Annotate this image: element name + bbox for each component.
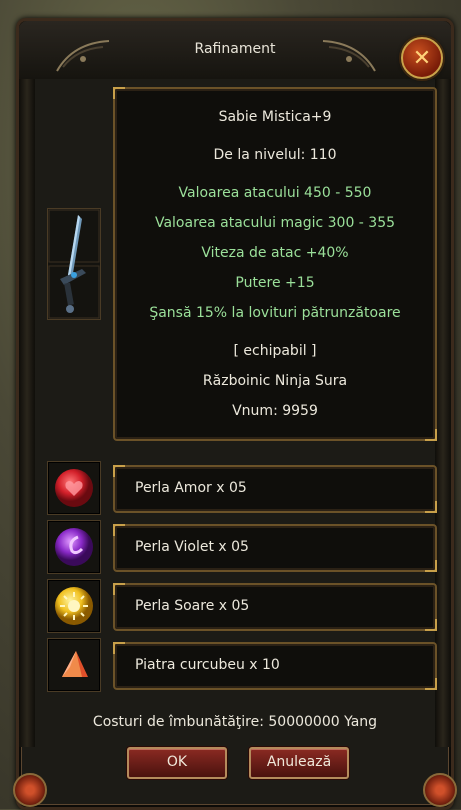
material-label: Perla Violet x 05 <box>135 539 249 555</box>
stat-attack-speed: Viteza de atac +40% <box>201 245 349 261</box>
item-classes: Războinic Ninja Sura <box>202 373 348 389</box>
material-slot-2[interactable] <box>47 520 101 574</box>
title-ornament-right-icon <box>322 40 376 72</box>
red-pearl-icon <box>55 469 93 507</box>
item-equippable: [ echipabil ] <box>233 343 317 359</box>
stat-piercing: Şansă 15% la lovituri pătrunzătoare <box>149 305 401 321</box>
violet-pearl-icon <box>55 528 93 566</box>
right-border <box>435 79 451 747</box>
stat-attack: Valoarea atacului 450 - 550 <box>178 185 372 201</box>
item-level: De la nivelul: 110 <box>213 147 337 163</box>
material-row-3: Perla Soare x 05 <box>113 583 437 631</box>
sun-pearl-icon <box>55 587 93 625</box>
item-name: Sabie Mistica+9 <box>218 109 332 125</box>
stat-strength: Putere +15 <box>235 275 315 291</box>
material-label: Perla Amor x 05 <box>135 480 247 496</box>
refine-window: Rafinament ✕ Sabie Mistica+9 De la nivel… <box>13 18 457 810</box>
rainbow-stone-icon <box>62 651 88 677</box>
upgrade-cost: Costuri de îmbunătăţire: 50000000 Yang <box>92 714 378 730</box>
material-row-1: Perla Amor x 05 <box>113 465 437 513</box>
material-slot-4[interactable] <box>47 638 101 692</box>
material-slot-1[interactable] <box>47 461 101 515</box>
left-border <box>19 79 35 747</box>
close-button[interactable]: ✕ <box>401 37 443 79</box>
stat-magic-attack: Valoarea atacului magic 300 - 355 <box>154 215 396 231</box>
title-bar[interactable]: Rafinament ✕ <box>19 21 451 79</box>
material-label: Perla Soare x 05 <box>135 598 250 614</box>
material-label: Piatra curcubeu x 10 <box>135 657 280 673</box>
window-title: Rafinament <box>194 41 276 57</box>
material-row-2: Perla Violet x 05 <box>113 524 437 572</box>
cancel-button[interactable]: Anulează <box>249 747 349 779</box>
material-row-4: Piatra curcubeu x 10 <box>113 642 437 690</box>
corner-ornament-right-icon <box>423 773 457 807</box>
ok-button[interactable]: OK <box>127 747 227 779</box>
item-vnum: Vnum: 9959 <box>232 403 318 419</box>
item-slot[interactable] <box>47 208 101 320</box>
material-slot-3[interactable] <box>47 579 101 633</box>
corner-ornament-left-icon <box>13 773 47 807</box>
sword-icon <box>48 209 100 319</box>
item-info-panel: Sabie Mistica+9 De la nivelul: 110 Valoa… <box>113 87 437 441</box>
